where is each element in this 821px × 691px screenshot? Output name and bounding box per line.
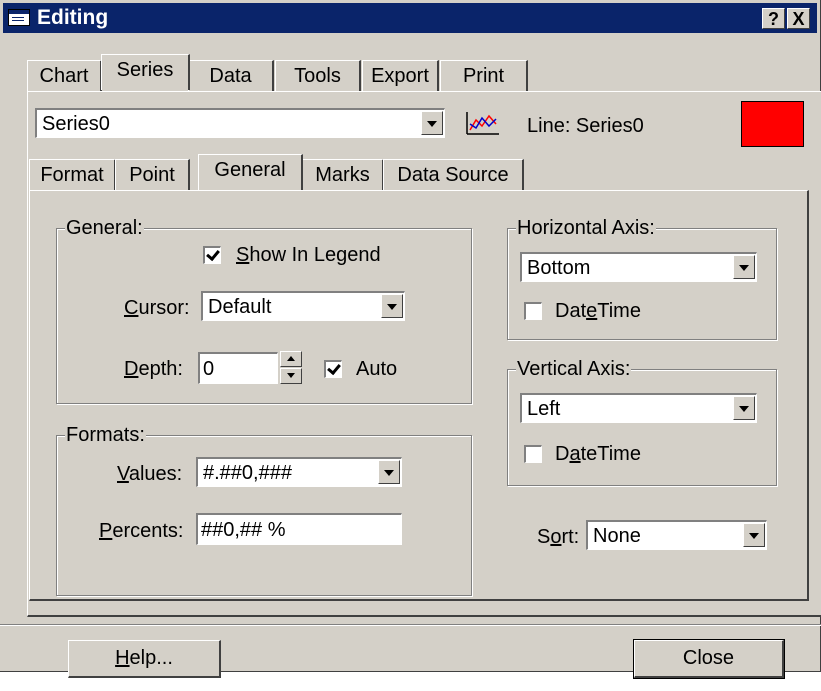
vertical-datetime-label[interactable]: DateTime xyxy=(555,442,641,466)
vertical-axis-title: Vertical Axis: xyxy=(516,357,632,381)
values-format-dropdown[interactable]: #.##0,### xyxy=(196,457,402,487)
sort-dropdown-value: None xyxy=(593,525,641,547)
vertical-datetime-checkbox[interactable] xyxy=(524,445,542,463)
series-type-label: Line: Series0 xyxy=(527,115,644,137)
chevron-down-icon[interactable] xyxy=(421,111,443,135)
depth-increment-button[interactable] xyxy=(280,351,302,367)
horizontal-axis-dropdown[interactable]: Bottom xyxy=(520,252,757,282)
footer-separator xyxy=(0,624,821,626)
tab-tools[interactable]: Tools xyxy=(275,60,361,92)
formats-group-title: Formats: xyxy=(65,423,146,447)
tab-series-label: Series xyxy=(116,59,174,81)
depth-label: Depth: xyxy=(124,358,183,380)
tab-format-label: Format xyxy=(40,164,104,186)
series-color-button[interactable] xyxy=(741,101,804,147)
window-icon xyxy=(8,9,30,26)
tab-marks-label: Marks xyxy=(315,164,370,186)
sort-dropdown[interactable]: None xyxy=(586,520,767,550)
series-dropdown-value: Series0 xyxy=(42,113,110,135)
chevron-down-icon[interactable] xyxy=(733,255,755,279)
tab-data-source[interactable]: Data Source xyxy=(383,159,524,191)
chevron-down-icon[interactable] xyxy=(743,523,765,547)
chevron-down-icon[interactable] xyxy=(733,396,755,420)
percents-format-input[interactable]: ##0,## % xyxy=(196,513,402,545)
horizontal-axis-title: Horizontal Axis: xyxy=(516,216,656,240)
tab-marks[interactable]: Marks xyxy=(302,159,384,191)
general-group-title: General: xyxy=(65,216,144,240)
values-label: Values: xyxy=(117,463,183,485)
help-title-button[interactable]: ? xyxy=(762,8,785,29)
tab-export-label: Export xyxy=(371,65,429,87)
cursor-dropdown-value: Default xyxy=(208,296,272,318)
horizontal-datetime-label[interactable]: DateTime xyxy=(555,299,641,323)
chevron-down-icon[interactable] xyxy=(378,460,400,484)
auto-checkbox[interactable] xyxy=(324,360,342,378)
vertical-axis-dropdown[interactable]: Left xyxy=(520,393,757,423)
tab-data-source-label: Data Source xyxy=(397,164,509,186)
depth-input-value: 0 xyxy=(203,358,215,380)
window-title: Editing xyxy=(37,6,109,29)
tab-point[interactable]: Point xyxy=(115,159,190,191)
tab-point-label: Point xyxy=(129,164,175,186)
show-in-legend-label[interactable]: Show In Legend xyxy=(236,243,381,267)
chevron-down-icon[interactable] xyxy=(381,294,403,318)
horizontal-datetime-checkbox[interactable] xyxy=(524,302,542,320)
depth-decrement-button[interactable] xyxy=(280,368,302,384)
tab-data-label: Data xyxy=(209,65,252,87)
tab-chart-label: Chart xyxy=(39,65,89,87)
close-button[interactable]: Close xyxy=(633,639,785,679)
vertical-axis-value: Left xyxy=(527,398,561,420)
line-chart-icon[interactable] xyxy=(465,110,501,136)
cursor-label: Cursor: xyxy=(124,297,190,319)
tab-general[interactable]: General xyxy=(198,154,303,190)
show-in-legend-checkbox[interactable] xyxy=(203,246,221,264)
help-button[interactable]: Help... xyxy=(68,640,221,678)
close-title-button[interactable]: X xyxy=(787,8,810,29)
editing-dialog: Editing ? X Chart Series Data Tools Expo… xyxy=(0,0,821,679)
tab-chart[interactable]: Chart xyxy=(27,60,102,92)
depth-input[interactable]: 0 xyxy=(198,352,278,384)
tab-general-label: General xyxy=(214,159,286,181)
tab-export[interactable]: Export xyxy=(362,60,439,92)
horizontal-axis-group: Horizontal Axis: xyxy=(507,216,777,340)
values-format-value: #.##0,### xyxy=(203,462,292,484)
auto-label[interactable]: Auto xyxy=(356,357,397,381)
tab-tools-label: Tools xyxy=(294,65,341,87)
tab-series[interactable]: Series xyxy=(101,54,190,90)
question-icon: ? xyxy=(768,9,779,29)
title-bar[interactable]: Editing ? X xyxy=(3,3,817,33)
horizontal-axis-value: Bottom xyxy=(527,257,591,279)
tab-data[interactable]: Data xyxy=(188,60,274,92)
close-icon: X xyxy=(792,9,805,29)
series-dropdown[interactable]: Series0 xyxy=(35,108,445,138)
tab-print[interactable]: Print xyxy=(440,60,528,92)
vertical-axis-group: Vertical Axis: xyxy=(507,357,777,486)
tab-format[interactable]: Format xyxy=(29,159,116,191)
cursor-dropdown[interactable]: Default xyxy=(201,291,405,321)
sort-label: Sort: xyxy=(537,526,580,548)
percents-label: Percents: xyxy=(99,520,184,542)
tab-print-label: Print xyxy=(462,65,505,87)
percents-format-value: ##0,## % xyxy=(201,519,286,541)
close-button-label: Close xyxy=(682,647,735,669)
